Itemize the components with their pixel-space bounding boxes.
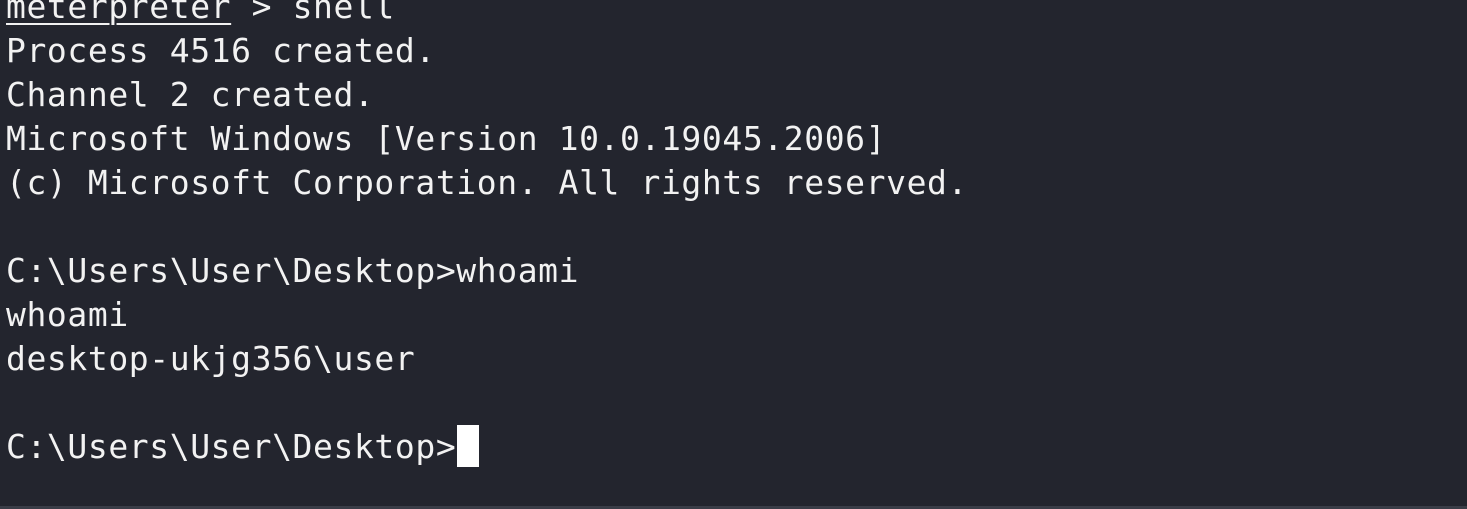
current-prompt-line[interactable]: C:\Users\User\Desktop> [6, 425, 1467, 469]
terminal-window[interactable]: meterpreter > shell Process 4516 created… [0, 0, 1467, 506]
output-line: C:\Users\User\Desktop>whoami [6, 251, 580, 290]
meterpreter-command-line: meterpreter > shell [6, 0, 1467, 29]
cmd-prompt: C:\Users\User\Desktop> [6, 427, 457, 466]
meterpreter-prompt: meterpreter [6, 0, 232, 26]
output-line: desktop-ukjg356\user [6, 339, 416, 378]
output-line: whoami [6, 295, 129, 334]
output-line: Process 4516 created. [6, 31, 436, 70]
output-line: Channel 2 created. [6, 75, 375, 114]
text-cursor[interactable] [457, 425, 480, 467]
prompt-separator: > [231, 0, 293, 26]
output-line: Microsoft Windows [Version 10.0.19045.20… [6, 119, 887, 158]
command-text: shell [292, 0, 395, 26]
output-line: (c) Microsoft Corporation. All rights re… [6, 163, 968, 202]
